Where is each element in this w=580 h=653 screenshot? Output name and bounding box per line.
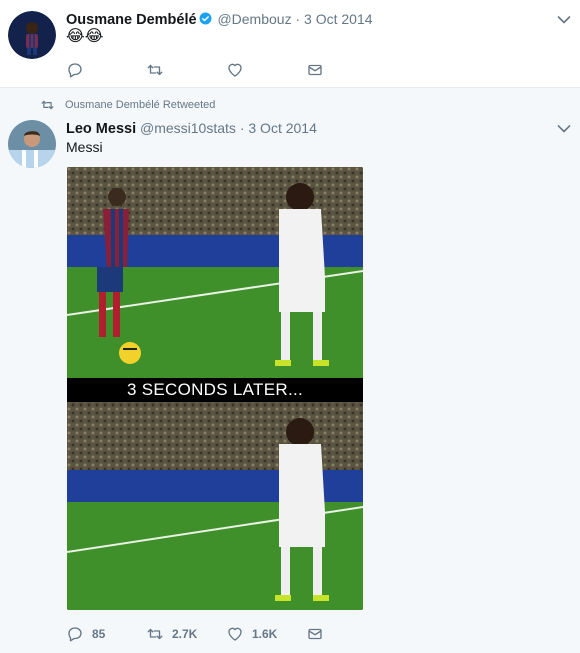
retweet-icon [147,64,163,76]
dm-button[interactable] [306,625,386,643]
retweet-button[interactable]: 2.7K [146,625,226,643]
avatar-dembele[interactable] [8,11,56,59]
tweet-text: 😂😂 [66,28,104,45]
tweet-date[interactable]: 3 Oct 2014 [304,11,373,27]
reply-icon [68,63,82,78]
retweet-icon [147,628,163,640]
chevron-down-icon[interactable] [557,124,571,134]
like-count: 1.6K [252,627,278,641]
dm-icon [308,628,322,640]
user-handle[interactable]: @messi10stats [140,120,236,136]
tweet-date[interactable]: 3 Oct 2014 [248,120,317,136]
verified-icon [199,12,212,25]
display-name[interactable]: Leo Messi [66,121,136,137]
retweet-context-label: Ousmane Dembélé Retweeted [65,99,216,111]
tweet-header: Leo Messi @messi10stats · 3 Oct 2014 [66,119,317,138]
display-name[interactable]: Ousmane Dembélé [66,12,197,28]
tweet-dembele[interactable]: Ousmane Dembélé @Dembouz · 3 Oct 2014 😂😂 [0,0,580,88]
dm-button[interactable] [306,61,386,79]
retweet-context[interactable]: Ousmane Dembélé Retweeted [40,99,215,111]
tweet-header: Ousmane Dembélé @Dembouz · 3 Oct 2014 [66,10,373,29]
tweet-actions: 85 2.7K 1.6K [66,624,386,644]
tweet-text: Messi [66,139,103,155]
separator-dot: · [239,120,245,136]
tweet-messi-retweet[interactable]: Ousmane Dembélé Retweeted Leo Messi @mes… [0,88,580,653]
reply-button[interactable] [66,61,146,79]
like-icon [228,627,242,641]
chevron-down-icon[interactable] [557,15,571,25]
user-handle[interactable]: @Dembouz [217,11,291,27]
like-button[interactable] [226,61,306,79]
reply-count: 85 [92,627,106,641]
retweet-icon [41,100,54,110]
dm-icon [308,64,322,76]
avatar-messi[interactable] [8,120,56,168]
tweet-actions [66,60,386,80]
reply-button[interactable]: 85 [66,625,146,643]
reply-icon [68,627,82,642]
separator-dot: · [295,11,301,27]
like-icon [228,63,242,77]
tweet-media-image[interactable]: 3 SECONDS LATER... [67,167,363,610]
retweet-button[interactable] [146,61,226,79]
retweet-count: 2.7K [172,627,198,641]
meme-caption: 3 SECONDS LATER... [67,378,363,402]
like-button[interactable]: 1.6K [226,625,306,643]
